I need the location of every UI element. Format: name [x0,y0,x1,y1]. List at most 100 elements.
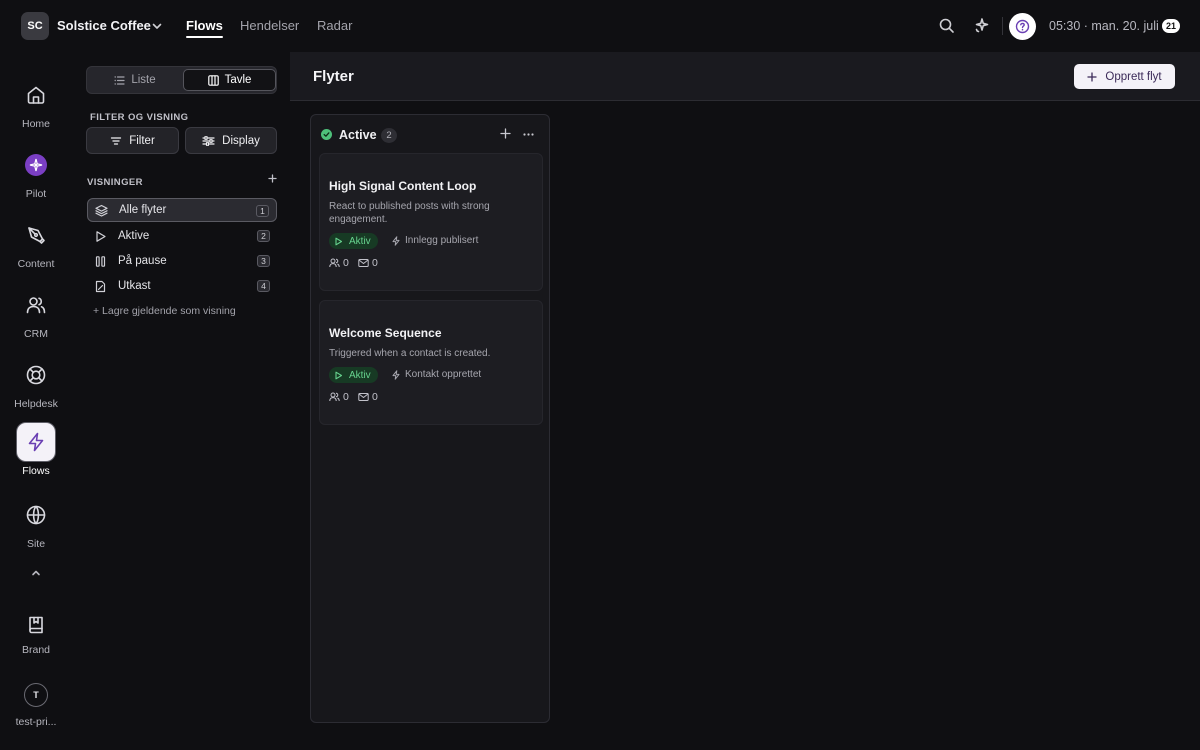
view-item-label: På pause [118,255,167,267]
status-label: Aktiv [349,235,371,247]
nav-tab-hendelser[interactable]: Hendelser [240,18,299,33]
add-view-button[interactable] [268,174,277,183]
filter-icon [110,135,122,147]
rail-label-content: Content [17,258,55,270]
view-item-active[interactable]: Aktive 2 [87,224,277,248]
rail-item-home[interactable]: Home [0,75,72,130]
users-icon [16,285,56,325]
rail-collapse-toggle[interactable] [0,567,72,579]
add-card-icon[interactable] [499,127,512,140]
emails-metric: 0 [358,257,378,269]
rail-item-crm[interactable]: CRM [0,285,72,340]
create-flow-button[interactable]: Opprett flyt [1074,64,1175,89]
sliders-icon [202,135,215,147]
bolt-icon [391,235,401,246]
book-icon [16,609,56,641]
rail-label-flows: Flows [22,465,50,477]
view-toggle-list[interactable]: Liste [89,69,181,91]
view-item-drafts[interactable]: Utkast 4 [87,274,277,298]
card-title: Welcome Sequence [329,326,442,340]
view-toggle: Liste Tavle [86,66,277,94]
clock-date: 05:30 · man. 20. juli [1049,19,1159,33]
plus-icon [1087,71,1098,82]
rail-item-pilot[interactable]: Pilot [0,145,72,200]
workspace-name[interactable]: Solstice Coffee [57,18,151,33]
main-header: Flyter Opprett flyt [290,52,1200,101]
display-button[interactable]: Display [185,127,277,154]
card-trigger: Innlegg publisert [391,235,478,246]
contacts-count: 0 [343,391,349,403]
users-icon [329,392,340,402]
save-view-link[interactable]: + Lagre gjeldende som visning [93,305,236,317]
card-description: React to published posts with strong eng… [329,201,490,225]
more-options-icon[interactable] [522,128,535,141]
card-title: High Signal Content Loop [329,179,477,193]
column-count: 2 [381,128,397,143]
rail-item-content[interactable]: Content [0,215,72,270]
emails-count: 0 [372,391,378,403]
display-button-label: Display [222,134,260,147]
rail-item-flows[interactable]: Flows [0,422,72,477]
globe-icon [16,495,56,535]
pause-icon [94,255,112,268]
help-button[interactable] [1009,13,1036,40]
filter-button[interactable]: Filter [86,127,179,154]
rail-item-user[interactable]: T test-pri... [0,683,72,728]
filter-button-label: Filter [129,134,155,147]
rail-item-helpdesk[interactable]: Helpdesk [0,355,72,410]
flow-card-high-signal[interactable]: High Signal Content Loop React to publis… [319,153,543,291]
mail-icon [358,258,369,268]
card-trigger: Kontakt opprettet [391,369,481,380]
view-item-count: 4 [257,280,270,292]
nav-tab-flows[interactable]: Flows [186,18,223,38]
notification-badge[interactable]: 21 [1162,19,1180,33]
rail-label-crm: CRM [24,328,48,340]
contacts-metric: 0 [329,391,349,403]
play-icon [94,230,112,243]
view-item-count: 3 [257,255,270,267]
status-check-icon [321,129,332,140]
question-icon [1015,19,1030,34]
trigger-label: Kontakt opprettet [405,369,482,380]
pilot-icon-wrap [16,145,56,185]
toolbar-divider [1002,17,1003,35]
contacts-metric: 0 [329,257,349,269]
create-flow-label: Opprett flyt [1105,70,1162,83]
contacts-count: 0 [343,257,349,269]
sparkles-icon[interactable] [973,17,990,34]
view-toggle-list-label: Liste [131,74,156,86]
emails-metric: 0 [358,391,378,403]
trigger-label: Innlegg publisert [405,235,479,246]
card-description: Triggered when a contact is created. [329,348,491,359]
column-title: Active [339,128,377,142]
flow-card-welcome-sequence[interactable]: Welcome Sequence Triggered when a contac… [319,300,543,425]
user-avatar: T [24,683,48,707]
view-toggle-board[interactable]: Tavle [183,69,276,91]
rail-label-user: test-pri... [15,716,57,728]
rail-label-site: Site [26,538,46,550]
filter-section-label: FILTER OG VISNING [90,112,189,123]
chevron-down-icon[interactable] [151,20,163,32]
workspace-avatar[interactable]: SC [21,12,49,40]
home-icon [16,75,56,115]
pen-nib-icon [16,215,56,255]
play-icon [334,237,343,246]
view-item-label: Aktive [118,230,150,242]
bolt-icon [16,422,56,462]
rail-item-brand[interactable]: Brand [0,609,72,656]
view-item-all-flows[interactable]: Alle flyter 1 [87,198,277,222]
nav-tab-radar[interactable]: Radar [317,18,352,33]
view-item-paused[interactable]: På pause 3 [87,249,277,273]
columns-icon [207,74,219,86]
rail-label-helpdesk: Helpdesk [14,398,58,410]
page-title: Flyter [313,68,354,85]
views-section-label: VISNINGER [87,177,143,188]
view-toggle-board-label: Tavle [224,74,252,86]
rail-label-brand: Brand [21,644,51,656]
top-bar: SC Solstice Coffee Flows Hendelser Radar… [0,0,1200,52]
rail-item-site[interactable]: Site [0,495,72,550]
plus-icon [268,174,277,183]
mail-icon [358,392,369,402]
search-icon[interactable] [938,17,955,34]
view-item-count: 1 [256,205,269,217]
